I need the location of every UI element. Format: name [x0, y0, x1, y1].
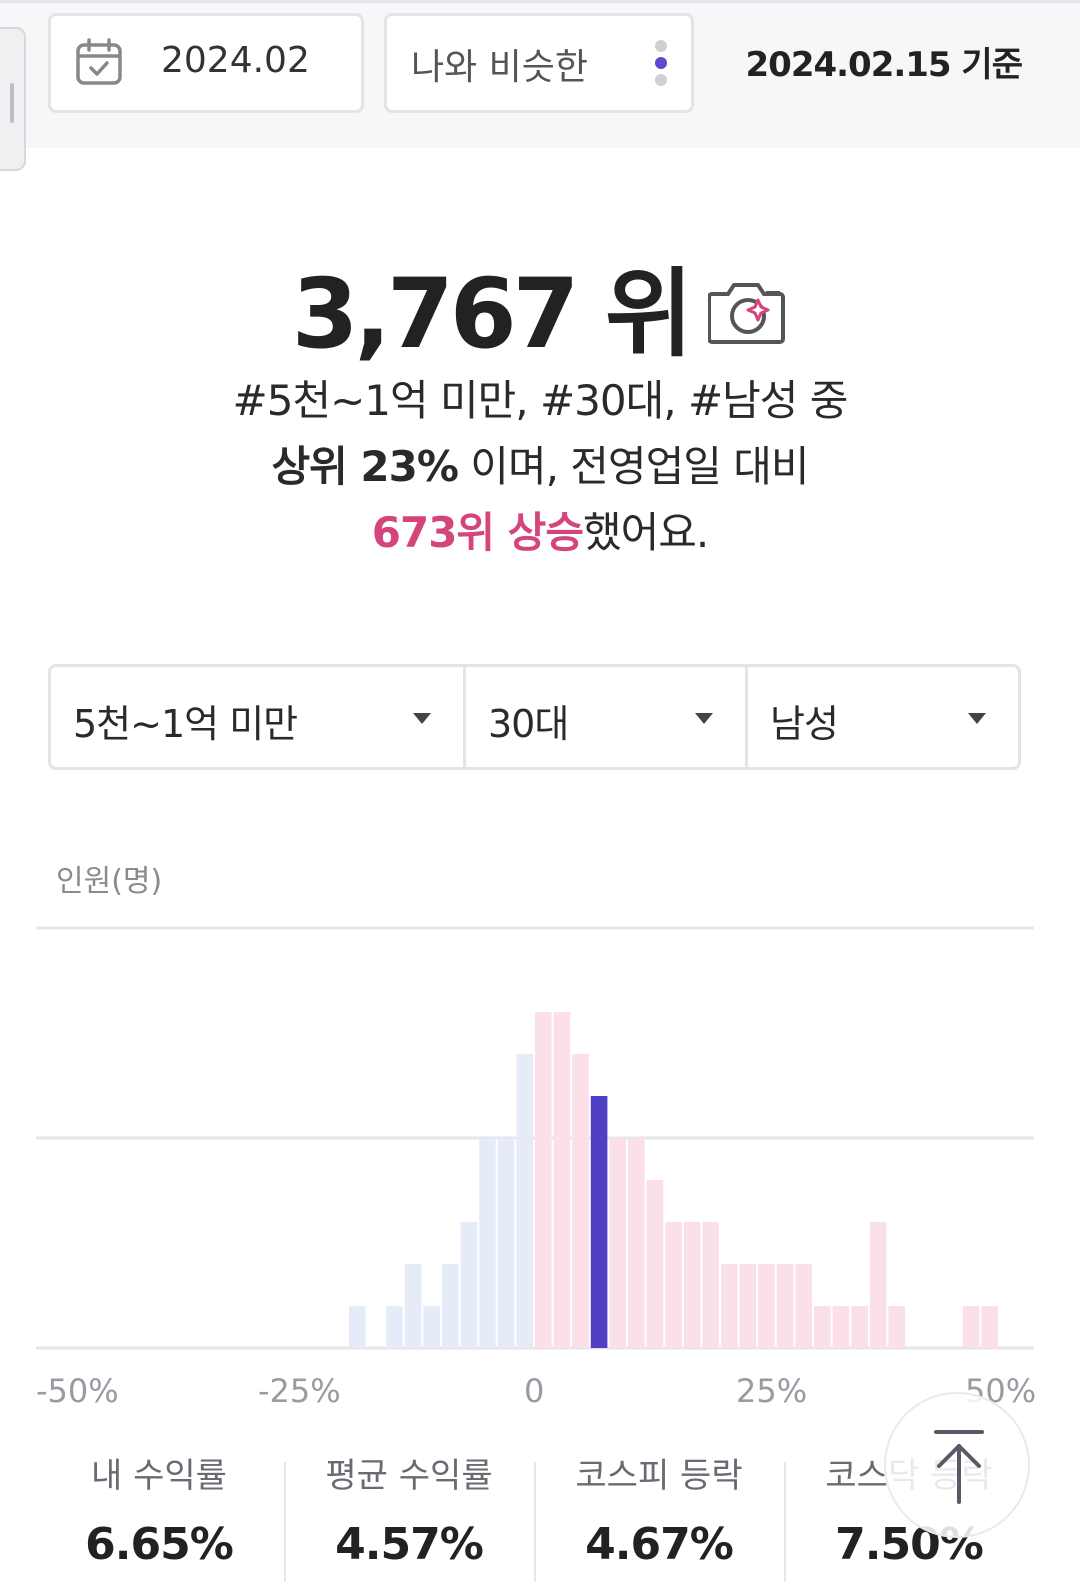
- rank-value: 3,767 위: [291, 258, 693, 370]
- asset-range-select[interactable]: 5천~1억 미만: [51, 667, 466, 767]
- stat-kospi-change: 코스피 등락 4.67%: [534, 1440, 784, 1587]
- scroll-to-top-button[interactable]: [884, 1392, 1030, 1538]
- histogram-bar: [869, 1222, 887, 1348]
- histogram-bar: [535, 1012, 552, 1348]
- histogram-bar: [423, 1306, 440, 1348]
- histogram-bar: [665, 1222, 682, 1348]
- drawer-grip: [10, 83, 14, 123]
- arrow-up-to-top-icon: [934, 1430, 984, 1504]
- histogram-bar: [776, 1264, 794, 1348]
- histogram-bar: [702, 1222, 719, 1348]
- x-tick-label: -25%: [258, 1372, 341, 1410]
- summary-line-2: 상위 23% 이며, 전영업일 대비: [0, 434, 1080, 500]
- y-axis-label: 인원(명): [56, 864, 163, 899]
- histogram-bar: [609, 1138, 626, 1348]
- stat-my-return: 내 수익률 6.65%: [34, 1440, 284, 1587]
- peer-group-label: 나와 비슷한: [411, 47, 589, 88]
- gender-value: 남성: [770, 702, 839, 746]
- histogram-bar: [832, 1306, 850, 1348]
- age-group-select[interactable]: 30대: [466, 667, 748, 767]
- histogram-bar: [349, 1306, 366, 1348]
- x-tick-label: 0: [524, 1372, 545, 1410]
- histogram-bar: [497, 1138, 515, 1348]
- histogram-bar: [386, 1306, 403, 1348]
- top-percent: 상위 23%: [271, 442, 459, 491]
- histogram-bar: [795, 1264, 812, 1348]
- return-distribution-chart: [36, 926, 1034, 1350]
- histogram-bar: [646, 1180, 664, 1348]
- asset-range-value: 5천~1억 미만: [73, 702, 298, 746]
- histogram-bar: [683, 1222, 701, 1348]
- stat-label: 코스피 등락: [575, 1456, 743, 1496]
- x-tick-label: -50%: [36, 1372, 119, 1410]
- x-tick-label: 25%: [736, 1372, 808, 1410]
- summary-line-2-rest: 이며, 전영업일 대비: [457, 442, 809, 491]
- histogram-bar: [888, 1306, 905, 1348]
- summary-line-1: #5천~1억 미만, #30대, #남성 중: [232, 376, 849, 425]
- top-filter-bar: 2024.02 나와 비슷한 2024.02.15 기준: [0, 0, 1080, 171]
- histogram-bar: [404, 1264, 422, 1348]
- segment-filters: 5천~1억 미만 30대 남성: [48, 664, 1021, 770]
- histogram-bar: [851, 1306, 868, 1348]
- histogram-bar: [739, 1264, 757, 1348]
- histogram-bar: [572, 1054, 589, 1348]
- calendar-icon: [75, 38, 123, 90]
- caret-down-icon: [413, 713, 431, 724]
- gender-select[interactable]: 남성: [748, 667, 1018, 767]
- summary-line-3-rest: 했어요.: [582, 508, 709, 557]
- camera-sparkle-icon[interactable]: [707, 274, 788, 350]
- side-drawer-handle[interactable]: [0, 27, 26, 171]
- histogram-bar: [553, 1012, 571, 1348]
- stat-label: 내 수익률: [91, 1456, 227, 1496]
- histogram-bar-my-position: [590, 1096, 608, 1348]
- peer-group-selector[interactable]: 나와 비슷한: [384, 13, 694, 113]
- rank-change: 673위 상승: [371, 508, 584, 557]
- age-group-value: 30대: [488, 702, 569, 746]
- histogram-bar: [442, 1264, 459, 1348]
- histogram-bar: [814, 1306, 831, 1348]
- stat-value: 4.57%: [335, 1519, 484, 1570]
- month-picker-button[interactable]: 2024.02: [48, 13, 364, 113]
- rank-heading: 3,767 위: [0, 236, 1080, 375]
- basis-date: 2024.02.15 기준: [745, 45, 1023, 85]
- more-vertical-icon: [655, 40, 669, 92]
- histogram-bar: [460, 1222, 478, 1348]
- histogram-bar: [479, 1138, 496, 1348]
- histogram-bar: [758, 1264, 775, 1348]
- histogram-bar: [962, 1306, 980, 1348]
- caret-down-icon: [695, 713, 713, 724]
- stat-value: 6.65%: [85, 1519, 234, 1570]
- stat-value: 4.67%: [585, 1519, 734, 1570]
- stat-average-return: 평균 수익률 4.57%: [284, 1440, 534, 1587]
- histogram-bar: [721, 1264, 738, 1348]
- rank-summary: #5천~1억 미만, #30대, #남성 중 상위 23% 이며, 전영업일 대…: [0, 368, 1080, 566]
- histogram-bar: [628, 1138, 645, 1348]
- selected-month: 2024.02: [161, 40, 310, 81]
- histogram-bar: [516, 1054, 533, 1348]
- stat-label: 평균 수익률: [325, 1456, 493, 1496]
- histogram-bar: [981, 1306, 998, 1348]
- caret-down-icon: [968, 713, 986, 724]
- summary-line-3: 673위 상승했어요.: [0, 500, 1080, 566]
